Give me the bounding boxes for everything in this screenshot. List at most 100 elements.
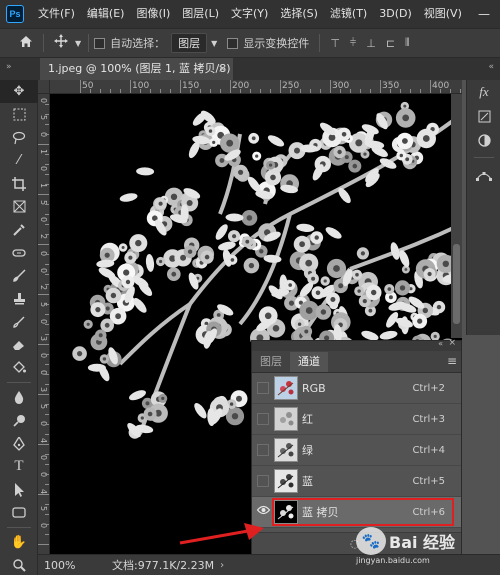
path-selection-tool-icon[interactable] — [0, 478, 38, 501]
tab-channels[interactable]: 通道 — [290, 352, 328, 372]
collapse-icon[interactable]: « — [438, 339, 443, 348]
frame-tool-icon[interactable] — [0, 195, 38, 218]
lasso-tool-icon[interactable] — [0, 126, 38, 149]
menu-filter[interactable]: 滤镜(T) — [324, 0, 373, 28]
history-brush-tool-icon[interactable] — [0, 310, 38, 333]
menu-layer[interactable]: 图层(L) — [176, 0, 225, 28]
ruler-minor-tick — [45, 134, 49, 135]
menu-select[interactable]: 选择(S) — [274, 0, 324, 28]
pen-tool-icon[interactable] — [0, 432, 38, 455]
eye-icon[interactable] — [256, 504, 271, 516]
blossom-center — [388, 295, 393, 300]
vertical-ruler[interactable]: 05010150200250300350400450 — [38, 94, 50, 554]
ruler-corner — [38, 80, 50, 94]
menu-image[interactable]: 图像(I) — [130, 0, 176, 28]
visibility-toggle[interactable] — [257, 444, 269, 456]
type-tool-icon[interactable]: T — [0, 455, 38, 478]
menu-file[interactable]: 文件(F) — [32, 0, 81, 28]
close-icon[interactable]: × — [218, 58, 227, 80]
move-tool-icon[interactable]: ✥ — [0, 80, 38, 103]
tab-layers[interactable]: 图层 — [252, 352, 290, 372]
ruler-minor-tick — [38, 444, 49, 445]
document-tab[interactable]: 1.jpeg @ 100% (图层 1, 蓝 拷贝/8) * × — [40, 58, 233, 80]
styles-icon[interactable]: fx — [467, 80, 500, 104]
blossom-center — [248, 262, 255, 269]
photoshop-logo[interactable]: Ps — [6, 5, 24, 23]
scrollbar-thumb[interactable] — [453, 244, 460, 324]
move-tool-icon[interactable] — [49, 34, 73, 52]
blossom-center — [95, 307, 101, 313]
clone-stamp-tool-icon[interactable] — [0, 287, 38, 310]
leaf — [136, 167, 155, 176]
zoom-tool-icon[interactable] — [0, 554, 38, 575]
chevron-down-icon[interactable]: ▼ — [73, 39, 83, 48]
panel-tabs: 图层 通道 ≡ — [252, 351, 461, 373]
align-bottom-icon[interactable]: ⊥ — [361, 37, 381, 50]
quick-selection-tool-icon[interactable]: ⁄ — [0, 149, 38, 172]
blossom-center — [230, 258, 235, 262]
show-transform-checkbox[interactable] — [227, 37, 239, 49]
healing-brush-tool-icon[interactable] — [0, 241, 38, 264]
channel-row-blue[interactable]: 蓝 Ctrl+5 — [252, 466, 461, 497]
marquee-tool-icon[interactable] — [0, 103, 38, 126]
menu-type[interactable]: 文字(Y) — [225, 0, 274, 28]
channel-row-rgb[interactable]: RGB Ctrl+2 — [252, 373, 461, 404]
chevron-right-icon[interactable]: › — [220, 560, 224, 571]
menu-3d[interactable]: 3D(D) — [373, 0, 418, 28]
brush-tool-icon[interactable] — [0, 264, 38, 287]
crop-tool-icon[interactable] — [0, 172, 38, 195]
blossom-center — [387, 287, 392, 291]
minimize-button[interactable]: — — [468, 0, 500, 28]
auto-select-dropdown[interactable]: 图层 — [171, 33, 208, 53]
ruler-minor-tick — [45, 354, 49, 355]
eraser-tool-icon[interactable] — [0, 333, 38, 356]
panel-menu-icon[interactable]: ≡ — [447, 354, 457, 368]
horizontal-ruler[interactable]: 50100150200250300350400450 — [50, 80, 462, 94]
zoom-level[interactable]: 100% — [38, 559, 76, 572]
vertical-scrollbar[interactable] — [451, 94, 462, 338]
chevron-down-icon[interactable]: ▼ — [207, 39, 221, 48]
hand-tool-icon[interactable]: ✋ — [0, 531, 38, 554]
visibility-toggle[interactable] — [257, 382, 269, 394]
ruler-label: 0 — [39, 217, 48, 223]
blossom-center — [315, 290, 321, 296]
ruler-minor-tick — [100, 89, 101, 93]
blossom-center — [232, 234, 237, 239]
collapse-panels-icon[interactable]: « — [488, 62, 494, 72]
align-top-icon[interactable]: ⊤ — [325, 37, 345, 50]
rectangle-tool-icon[interactable] — [0, 501, 38, 524]
blur-tool-icon[interactable] — [0, 386, 38, 409]
blossom-center — [158, 201, 163, 206]
blossom-center — [288, 300, 295, 306]
channels-panel: « × 图层 通道 ≡ RGB Ctrl+2 红 Ctrl+3 绿 Ctrl+4 — [251, 338, 462, 555]
auto-select-checkbox[interactable] — [94, 37, 106, 49]
channel-row-blue-copy[interactable]: 蓝 拷贝 Ctrl+6 — [252, 497, 461, 528]
eyedropper-tool-icon[interactable] — [0, 218, 38, 241]
ruler-minor-tick — [45, 114, 49, 115]
ruler-minor-tick — [38, 394, 49, 395]
menu-view[interactable]: 视图(V) — [418, 0, 468, 28]
ruler-minor-tick — [45, 254, 49, 255]
blossom-center — [314, 235, 319, 240]
align-vcenter-icon[interactable]: ⫩ — [345, 36, 361, 50]
blossom-center — [128, 255, 133, 260]
collapse-toolbar-icon[interactable]: » — [6, 62, 12, 72]
align-hcenter-icon[interactable]: ⫴ — [400, 36, 415, 50]
leaf — [119, 193, 138, 202]
home-icon[interactable] — [14, 35, 38, 52]
align-left-icon[interactable]: ⊏ — [381, 37, 400, 50]
close-icon[interactable]: × — [448, 338, 456, 348]
visibility-toggle[interactable] — [257, 475, 269, 487]
dodge-tool-icon[interactable] — [0, 409, 38, 432]
channel-name: 蓝 — [302, 475, 313, 488]
adjustments-icon[interactable] — [467, 104, 500, 128]
menu-edit[interactable]: 编辑(E) — [81, 0, 131, 28]
channel-row-red[interactable]: 红 Ctrl+3 — [252, 404, 461, 435]
visibility-toggle[interactable] — [257, 413, 269, 425]
blossom-center — [187, 249, 193, 254]
channel-row-green[interactable]: 绿 Ctrl+4 — [252, 435, 461, 466]
properties-icon[interactable] — [467, 128, 500, 152]
paint-bucket-tool-icon[interactable] — [0, 356, 38, 379]
blossom-center — [299, 241, 305, 248]
paths-icon[interactable] — [467, 163, 500, 187]
